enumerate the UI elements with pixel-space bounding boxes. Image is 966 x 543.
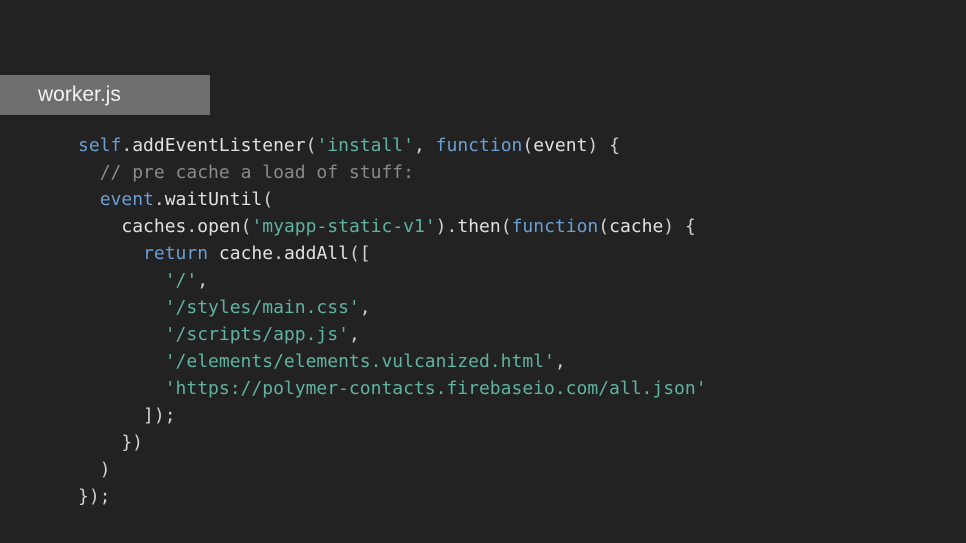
code-token: '/scripts/app.js' — [165, 324, 349, 345]
code-token: ( — [522, 135, 533, 156]
code-token: self — [78, 135, 121, 156]
code-token: . — [273, 243, 284, 264]
code-token: return — [143, 243, 208, 264]
code-token — [78, 324, 165, 345]
code-token: // pre cache a load of stuff: — [100, 162, 414, 183]
code-token: addAll — [284, 243, 349, 264]
file-tab[interactable]: worker.js — [0, 75, 210, 115]
code-token: , — [349, 324, 360, 345]
code-token: 'install' — [316, 135, 414, 156]
code-token: 'myapp-static-v1' — [251, 216, 435, 237]
code-token: ( — [262, 189, 273, 210]
code-token: 'https://polymer-contacts.firebaseio.com… — [165, 378, 707, 399]
code-token — [78, 378, 165, 399]
code-token: '/' — [165, 270, 198, 291]
code-token: cache — [609, 216, 663, 237]
code-token: event — [100, 189, 154, 210]
code-token: then — [457, 216, 500, 237]
code-token: . — [154, 189, 165, 210]
code-editor[interactable]: self.addEventListener('install', functio… — [78, 132, 707, 510]
code-token: ( — [306, 135, 317, 156]
code-token — [78, 216, 121, 237]
code-token: function — [512, 216, 599, 237]
code-token: '/styles/main.css' — [165, 297, 360, 318]
code-token — [78, 243, 143, 264]
code-token: }); — [78, 486, 111, 507]
code-content: self.addEventListener('install', functio… — [78, 132, 707, 510]
code-token: ( — [241, 216, 252, 237]
code-token: ]); — [78, 405, 176, 426]
code-token: ) { — [663, 216, 696, 237]
code-token: caches — [121, 216, 186, 237]
code-token: }) — [78, 432, 143, 453]
code-token: , — [414, 135, 436, 156]
code-token: ([ — [349, 243, 371, 264]
code-token: '/elements/elements.vulcanized.html' — [165, 351, 555, 372]
code-token — [78, 297, 165, 318]
code-token: addEventListener — [132, 135, 305, 156]
code-token: function — [436, 135, 523, 156]
code-token: waitUntil — [165, 189, 263, 210]
code-token: , — [360, 297, 371, 318]
code-token: , — [197, 270, 208, 291]
code-token: cache — [219, 243, 273, 264]
code-token: ) { — [587, 135, 620, 156]
code-token: . — [186, 216, 197, 237]
code-token: ) — [78, 459, 111, 480]
code-token — [78, 189, 100, 210]
code-token: event — [533, 135, 587, 156]
code-token — [208, 243, 219, 264]
code-token: . — [121, 135, 132, 156]
code-token: open — [197, 216, 240, 237]
code-token — [78, 351, 165, 372]
code-token: ( — [501, 216, 512, 237]
code-token: ( — [598, 216, 609, 237]
code-token — [78, 162, 100, 183]
code-token: , — [555, 351, 566, 372]
code-token — [78, 270, 165, 291]
code-token: ). — [436, 216, 458, 237]
file-tab-title: worker.js — [38, 83, 121, 107]
